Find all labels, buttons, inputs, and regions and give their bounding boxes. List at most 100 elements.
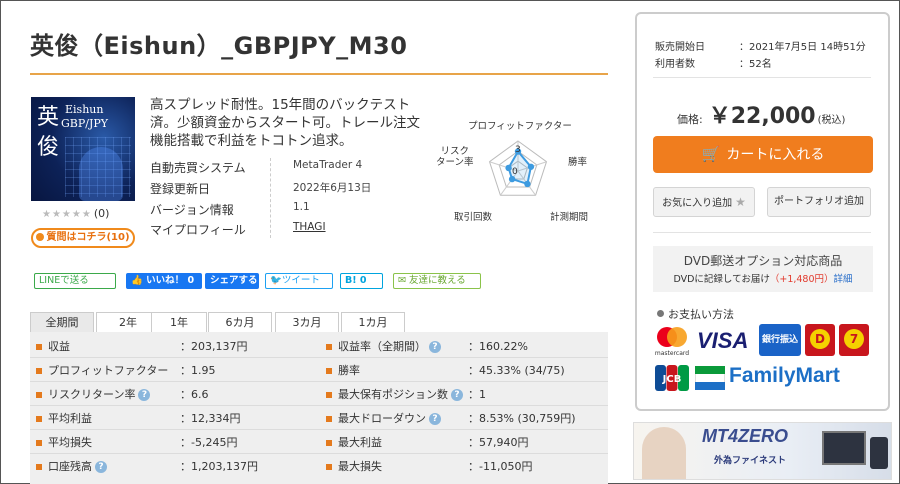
stats-table: 収益 ：203,137円 プロフィットファクター ：1.95 リスクリターン率? ：6… [30,332,608,484]
add-to-cart-button[interactable]: 🛒 カートに入れる [653,136,873,173]
bullet [326,415,332,422]
star-icon: ★ [735,195,746,209]
radar-svg: 3 0 [488,140,548,196]
stat-label: 最大利益 [338,436,382,449]
stat-label: 収益 [48,340,70,353]
dvd-price: （+1,480円） [769,274,834,285]
tab-1m[interactable]: 1カ月 [341,312,405,333]
stat-label: 平均利益 [48,412,92,425]
bullet [36,463,42,470]
dvd-option-box: DVD郵送オプション対応商品 DVDに記録してお届け（+1,480円）詳細 [653,246,873,292]
stat-risk-return: リスクリターン率? ：6.6 [30,383,209,407]
stat-max-drawdown: 最大ドローダウン? ：8.53% (30,759円) [320,407,576,431]
cover-text-name: Eishun [65,103,104,116]
facebook-like-button[interactable]: 👍 いいね！ 0 [126,273,202,289]
dvd-note: DVDに記録してお届け（+1,480円）詳細 [653,271,873,285]
price-value: ￥22,000 [708,104,816,129]
favorite-label: お気に入り追加 [662,198,733,209]
tab-1y[interactable]: 1年 [151,312,207,333]
cover-text-pair: GBP/JPY [61,117,109,130]
tab-all[interactable]: 全期間 [30,312,94,333]
cart-icon: 🛒 [701,145,721,163]
stat-value: ：1.95 [180,364,216,377]
panel-separator [653,77,871,78]
tell-friend-label: 友達に教える [409,275,466,286]
facebook-share-button[interactable]: シェアする [205,273,259,289]
bank-transfer-logo: 銀行振込 [759,324,801,356]
payment-title: お支払い方法 [657,306,734,322]
dvd-detail-link[interactable]: 詳細 [834,274,853,285]
like-label: いいね！ 0 [146,275,195,286]
info-value: MetaTrader 4 [293,159,363,171]
mastercard-svg: mastercard [655,327,689,357]
bullet [36,343,42,350]
share-label: シェアする [210,275,258,286]
users-label: 利用者数 [655,59,695,70]
stat-max-loss: 最大損失 ：-11,050円 [320,455,532,479]
help-icon[interactable]: ? [451,389,463,401]
stat-label: リスクリターン率 [48,388,136,401]
hatena-label: B! 0 [345,275,367,286]
stat-value: ：160.22% [468,340,528,353]
bullet-icon [657,310,664,317]
line-share-button[interactable]: LINEで送る [34,273,116,289]
mail-icon: ✉ [398,275,406,286]
radar-tick-3: 3 [515,145,521,155]
twitter-bird-icon: 🐦 [270,275,282,286]
radar-chart: プロフィットファクター 勝率 計測期間 取引回数 リスク ターン率 3 0 [436,108,610,226]
tab-6m[interactable]: 6カ月 [208,312,272,333]
add-portfolio-button[interactable]: ポートフォリオ追加 [767,187,871,217]
hatena-bookmark-button[interactable]: B! 0 [340,273,383,289]
stat-value: ：-11,050円 [468,460,533,473]
banner-monitor-image [822,431,866,465]
dvd-title: DVD郵送オプション対応商品 [683,254,843,268]
rating-stars: ★★★★★ (0) [42,207,109,220]
stat-avg-profit: 平均利益 ：12,334円 [30,407,241,431]
stat-value: ：1 [468,388,486,401]
radar-tick-0: 0 [512,167,518,177]
stat-revenue: 収益 ：203,137円 [30,335,248,359]
tell-friend-button[interactable]: ✉ 友達に教える [393,273,481,289]
radar-point-risk-return [505,164,512,172]
stat-label: 口座残高 [48,460,92,473]
stat-max-positions: 最大保有ポジション数? ：1 [320,383,486,407]
tweet-label: ツイート [281,275,320,286]
arrow-circle-icon [36,233,45,241]
bullet [326,463,332,470]
banner-title: MT4ZERO [702,426,789,446]
info-key: マイプロフィール [150,223,246,237]
tax-label: (税込) [817,115,846,126]
payment-title-text: お支払い方法 [668,308,734,321]
radar-point-win-rate [527,163,535,170]
bullet [36,367,42,374]
product-cover-image[interactable]: Eishun GBP/JPY 英俊 [31,97,135,201]
profile-link[interactable]: THAGI [293,221,326,233]
stat-label: 最大保有ポジション数 [338,388,448,401]
stat-value: ：12,334円 [180,412,241,425]
stat-value: ：6.6 [180,388,209,401]
help-icon[interactable]: ? [429,341,441,353]
mt4zero-banner[interactable]: MT4ZERO 外為ファイネスト [633,422,892,480]
tab-3m[interactable]: 3カ月 [275,312,339,333]
users-value: ：52名 [739,59,772,70]
inquiry-button[interactable]: 質問はコチラ(10) [31,228,135,248]
help-icon[interactable]: ? [429,413,441,425]
stat-label: 勝率 [338,364,360,377]
stat-win-rate: 勝率 ：45.33% (34/75) [320,359,565,383]
sale-start-label: 販売開始日 [655,42,705,53]
sale-start-value: ：2021年7月5日 14時51分 [739,42,866,53]
inquiry-label: 質問はコチラ(10) [46,232,130,243]
stat-label: 収益率（全期間） [338,340,426,353]
profile-link-wrap: THAGI [293,221,326,233]
title-divider [30,73,608,75]
add-favorite-button[interactable]: お気に入り追加 ★ [653,187,755,217]
bullet [36,391,42,398]
info-key: バージョン情報 [150,203,234,217]
tweet-button[interactable]: 🐦ツイート [265,273,333,289]
jcb-logo: JCB [655,365,689,391]
bullet [326,391,332,398]
help-icon[interactable]: ? [138,389,151,401]
help-icon[interactable]: ? [95,461,107,473]
familymart-logo: FamilyMart [729,364,840,387]
banner-phone-image [870,437,888,469]
